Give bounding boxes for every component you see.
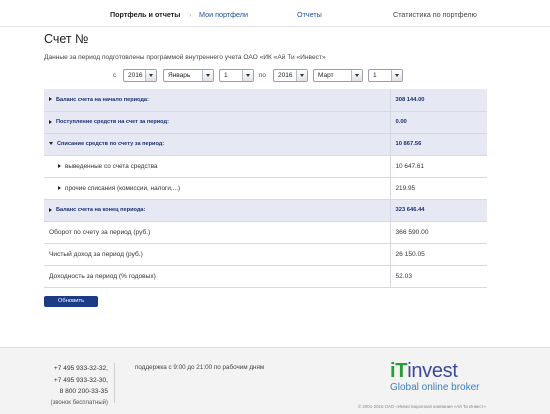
row-label: Поступление средств на счет за период: [56,119,169,125]
from-month-select[interactable]: Январь [163,69,214,82]
phone-note: (звонок бесплатный) [50,399,108,406]
table-row[interactable]: Списание средств по счету за период: 10 … [44,133,487,156]
to-day-value: 1 [373,72,377,79]
page-title: Счет № [44,32,89,46]
row-label: Баланс счета на конец периода: [56,207,146,213]
from-month-value: Январь [168,72,191,79]
contact-phones: +7 495 933-32-32, +7 495 933-32-30, 8 80… [36,363,108,409]
to-label: по [259,72,266,79]
logo-tagline: Global online broker [390,382,480,393]
row-value: 10 867.56 [389,133,487,156]
row-value: 219.95 [389,177,487,200]
row-label: Доходность за период (% годовых) [44,265,390,288]
row-value: 0.00 [389,111,487,134]
footer: +7 495 933-32-32, +7 495 933-32-30, 8 80… [0,347,550,414]
nav-my-portfolios[interactable]: Мои портфели [199,10,248,19]
table-row: Доходность за период (% годовых) 52.03 [44,265,487,288]
table-row[interactable]: Баланс счета на начало периода: 308 144.… [44,89,487,112]
row-value: 10 647.61 [389,155,487,178]
nav-reports[interactable]: Отчеты [297,10,322,19]
row-label: прочие списания (комиссии, налоги,...) [65,184,181,192]
to-year-value: 2016 [278,72,293,79]
itinvest-logo[interactable]: iTinvest Global online broker [390,361,480,393]
to-month-select[interactable]: Март [313,69,363,82]
to-day-select[interactable]: 1 [368,69,403,82]
to-year-select[interactable]: 2016 [273,69,308,82]
row-value: 308 144.00 [389,89,487,112]
row-label: Оборот по счету за период (руб.) [44,221,390,244]
row-value: 26 150.05 [389,243,487,266]
chevron-down-icon [242,70,253,81]
from-day-value: 1 [224,72,228,79]
divider [114,363,115,403]
nav-portfolio-reports[interactable]: Портфель и отчеты [110,10,180,19]
row-value: 323 646.44 [389,199,487,222]
from-day-select[interactable]: 1 [219,69,254,82]
expand-arrow-icon[interactable] [49,119,52,124]
chevron-down-icon [202,70,213,81]
table-row[interactable]: выведенные со счета средства 10 647.61 [44,155,487,178]
expand-arrow-icon[interactable] [49,97,52,102]
expand-arrow-icon[interactable] [58,185,61,190]
row-label: выведенные со счета средства [65,162,158,170]
table-row[interactable]: Поступление средств на счет за период: 0… [44,111,487,134]
row-label: Чистый доход за период (руб.) [44,243,390,266]
row-value: 366 590.00 [389,221,487,244]
collapse-arrow-icon[interactable] [49,142,53,146]
row-label: Баланс счета на начало периода: [56,96,149,103]
from-label: с [113,72,117,79]
chevron-down-icon [296,70,307,81]
breadcrumb-separator-icon: › [189,10,192,19]
table-row[interactable]: Баланс счета на конец периода: 323 646.4… [44,199,487,222]
account-report-table: Баланс счета на начало периода: 308 144.… [44,89,487,288]
support-hours: поддержка с 9:00 до 21:00 по рабочим дня… [135,364,265,371]
expand-arrow-icon[interactable] [49,207,52,212]
period-selector: с 2016 Январь 1 по 2016 Март 1 [0,69,550,83]
nav-portfolio-stats[interactable]: Статистика по портфелю [393,10,477,19]
table-row: Чистый доход за период (руб.) 26 150.05 [44,243,487,266]
table-row: Оборот по счету за период (руб.) 366 590… [44,221,487,244]
from-year-value: 2016 [128,72,143,79]
table-row[interactable]: прочие списания (комиссии, налоги,...) 2… [44,177,487,200]
to-month-value: Март [318,72,334,79]
refresh-button[interactable]: Обновить [44,296,98,307]
phone-number[interactable]: +7 495 933-32-30, [36,375,108,387]
row-value: 52.03 [389,265,487,288]
phone-number[interactable]: +7 495 933-32-32, [36,363,108,375]
copyright: © 2001-2016 ОАО «Инвестиционная компания… [357,404,486,409]
logo-wordmark: iTinvest [390,360,458,382]
row-label: Списание средств по счету за период: [57,141,165,147]
chevron-down-icon [145,70,156,81]
phone-number[interactable]: 8 800 200-33-35 [36,386,108,398]
from-year-select[interactable]: 2016 [123,69,157,82]
chevron-down-icon [391,70,402,81]
intro-text: Данные за период подготовлены программой… [44,54,326,61]
top-navigation: Портфель и отчеты › Мои портфели Отчеты … [0,0,550,27]
expand-arrow-icon[interactable] [58,163,61,168]
chevron-down-icon [351,70,362,81]
